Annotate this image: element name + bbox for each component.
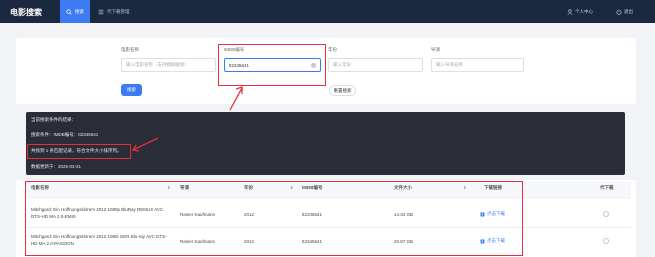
result-heading: 当前搜索条件的结果： [31,117,76,122]
download-icon [480,212,485,216]
column-header-link: 下载链接 [484,185,502,190]
row-1-year: 2012 [244,212,255,217]
movie-name-placeholder: 输入电影名称（支持模糊搜索） [126,62,189,67]
sort-icon[interactable]: ⇕ [167,185,170,190]
imdb-input-value: tt2345641 [229,62,250,68]
tab-download-management-label: 代下载管理 [107,8,130,14]
row-2-title: Mitchgard: Ein Hoffnungsklirrem 2012 108… [31,234,167,246]
tab-download-management[interactable]: 代下载管理 [92,0,136,23]
row-1-proxy-radio[interactable] [603,211,609,217]
result-update-time: 数据更新于：2025-03-21 [31,164,82,169]
row-divider [26,227,631,228]
annotation-arrow-up [229,86,243,111]
row-1-download-label: 点击下载 [487,211,505,216]
tab-search[interactable]: 搜索 [60,0,90,23]
row-1-download-link[interactable]: 点击下载 [480,211,505,217]
director-label: 导演 [431,47,440,52]
row-2-year: 2012 [244,239,255,244]
row-2-director: Rainer Kaufmann [180,239,216,244]
user-center-link[interactable]: 个人中心 [567,0,593,23]
clear-icon[interactable]: × [311,63,316,68]
sort-icon[interactable]: ⇕ [463,185,466,190]
result-summary-panel: 当前搜索条件的结果： 搜索条件：IMDB编号：tt2345641 共找到 1 条… [26,112,625,175]
year-input[interactable]: 输入年份 [328,58,423,72]
row-1-imdb: tt2345641 [302,212,323,217]
column-header-size[interactable]: 文件大小 [394,185,412,191]
logout-icon [616,8,622,15]
row-2-download-label: 点击下载 [487,238,505,243]
column-header-proxy-download: 代下载 [600,185,614,190]
tab-search-label: 搜索 [75,8,84,14]
year-label: 年份 [328,47,337,52]
search-icon [66,8,72,15]
director-input[interactable]: 输入导演名称 [431,58,524,72]
row-1-size: 14.34 GB [394,212,414,217]
column-header-director: 导演 [180,185,189,190]
user-icon [567,8,573,15]
column-header-imdb: IMDB编号 [302,185,323,190]
column-header-title[interactable]: 电影名称 [31,185,49,191]
app-brand: 电影搜索 [10,8,42,17]
row-1-title: Mitchgard: Ein Hoffnungsklirrem 2012 108… [31,207,164,219]
imdb-input[interactable]: tt2345641 × [224,58,321,72]
row-2-proxy-radio[interactable] [603,238,609,244]
annotation-arrow-left [131,137,159,152]
top-navigation-bar: 电影搜索 搜索 代下载管理 个人中心 退出 [0,0,655,23]
download-icon [480,239,485,243]
search-panel [16,38,636,104]
row-2-imdb: tt2345641 [302,239,323,244]
search-button[interactable]: 搜索 [121,84,142,96]
sort-icon[interactable]: ⇕ [290,185,293,190]
movie-name-label: 电影名称 [121,47,139,52]
logout-link[interactable]: 退出 [616,0,633,23]
row-divider [26,197,631,198]
column-header-year[interactable]: 年份 [244,185,253,191]
result-count: 共找到 1 条匹配记录，符合文件大小排序列。 [31,148,122,153]
row-2-size: 20.87 GB [394,239,414,244]
logout-label: 退出 [624,8,633,14]
user-center-label: 个人中心 [575,8,593,14]
table-header [26,181,631,197]
year-placeholder: 输入年份 [333,62,351,67]
list-icon [98,9,104,14]
imdb-label: IMDB编号 [224,47,245,52]
row-2-download-link[interactable]: 点击下载 [480,238,505,244]
row-1-director: Rainer Kaufmann [180,212,216,217]
reset-button[interactable]: 重置搜索 [329,85,356,96]
movie-name-input[interactable]: 输入电影名称（支持模糊搜索） [121,58,216,72]
result-condition: 搜索条件：IMDB编号：tt2345641 [31,132,99,137]
director-placeholder: 输入导演名称 [436,62,463,67]
